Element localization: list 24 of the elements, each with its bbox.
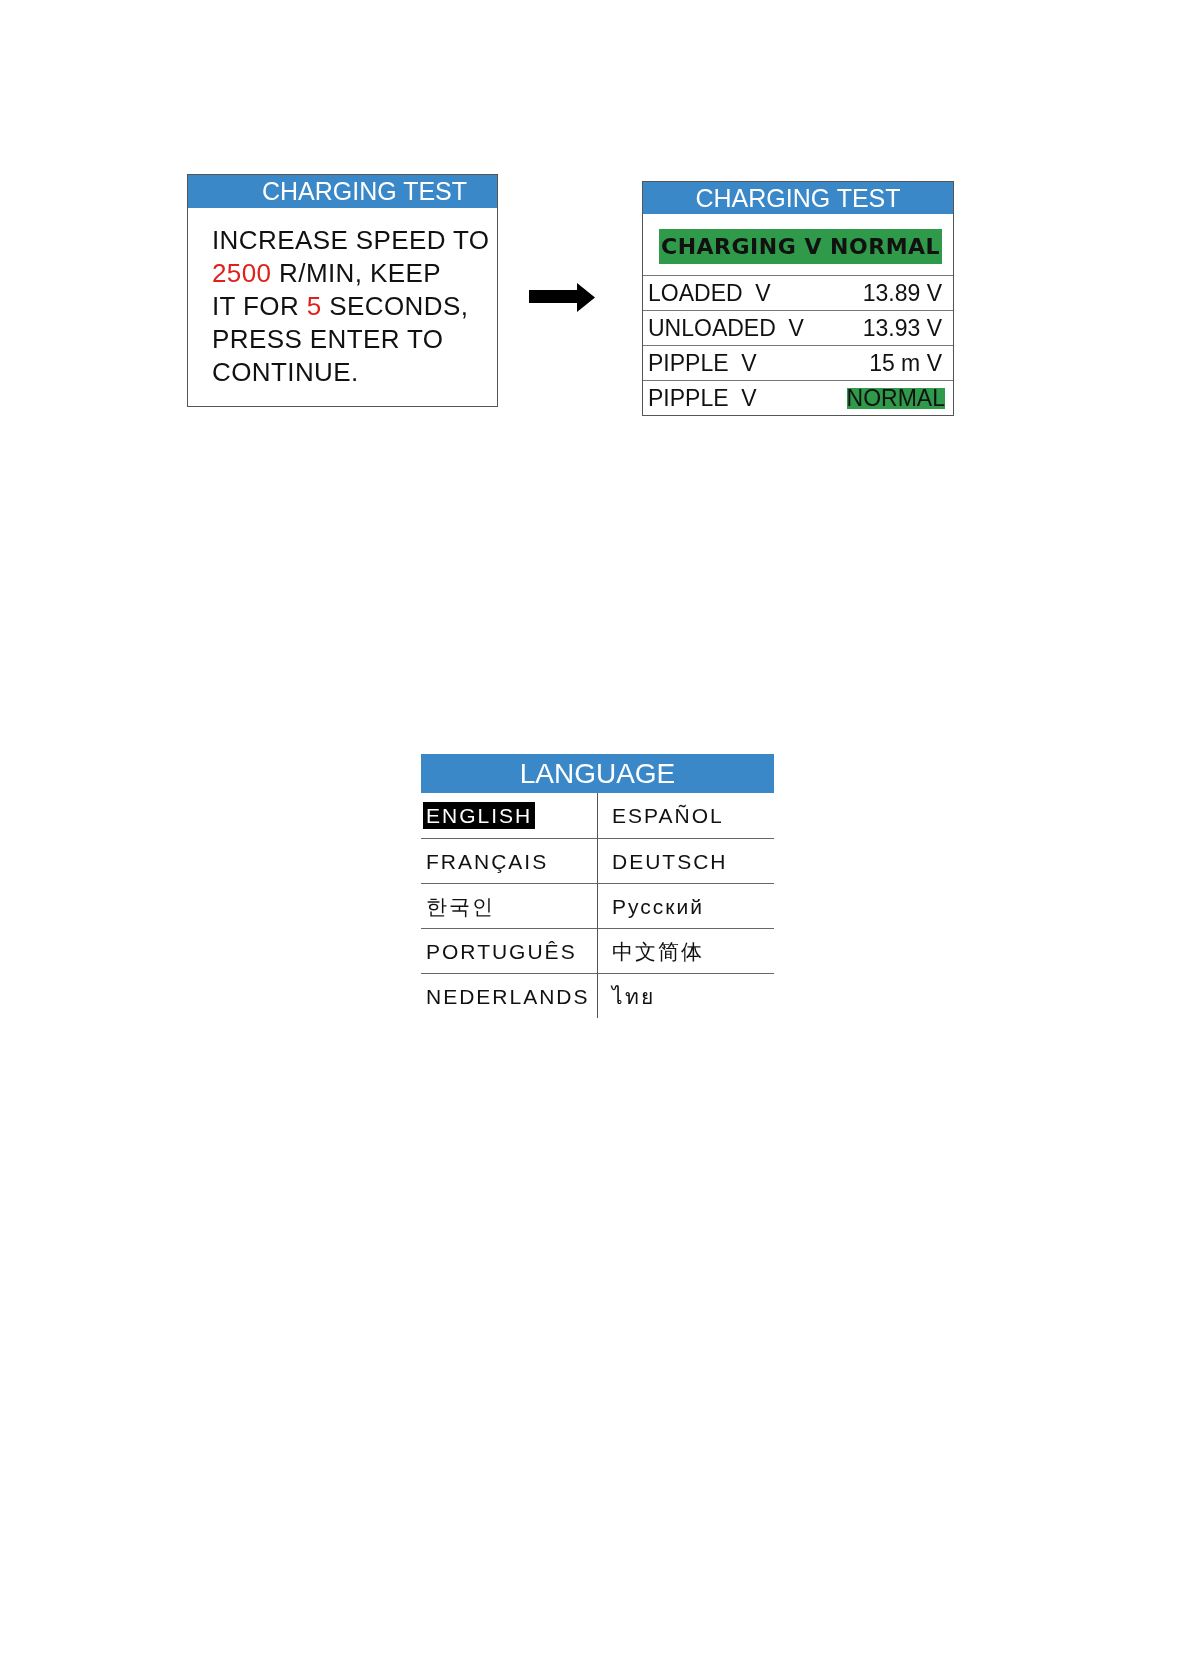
reading-label: PIPPLE V bbox=[648, 384, 757, 412]
language-option[interactable]: 한국인 bbox=[423, 892, 498, 920]
arrow-right-icon bbox=[529, 283, 595, 312]
title-bar: CHARGING TEST bbox=[643, 182, 953, 214]
reading-value: 15 m V bbox=[869, 349, 942, 377]
language-option[interactable]: ไทย bbox=[609, 982, 658, 1010]
language-option[interactable]: Русский bbox=[609, 892, 707, 920]
title-bar: CHARGING TEST bbox=[188, 175, 497, 208]
reading-value: 13.89 V bbox=[862, 279, 942, 307]
language-option[interactable]: DEUTSCH bbox=[609, 847, 731, 875]
instruction-text: INCREASE SPEED TO 2500 R/MIN, KEEP IT FOR 5 SECONDS, PRESS ENTER TO CONTINUE. bbox=[212, 224, 490, 389]
language-option[interactable]: PORTUGUÊS bbox=[423, 937, 580, 965]
language-option[interactable]: ENGLISH bbox=[423, 802, 536, 829]
language-option[interactable]: ESPAÑOL bbox=[609, 802, 727, 829]
language-option[interactable]: FRANÇAIS bbox=[423, 847, 552, 875]
language-option[interactable]: NEDERLANDS bbox=[423, 982, 593, 1010]
reading-label: PIPPLE V bbox=[648, 349, 757, 377]
language-option[interactable]: 中文简体 bbox=[609, 937, 707, 965]
title-bar: LANGUAGE bbox=[421, 754, 774, 793]
reading-value: 13.93 V bbox=[862, 314, 942, 342]
reading-label: UNLOADED V bbox=[648, 314, 804, 342]
status-banner: CHARGING V NORMAL bbox=[659, 229, 943, 264]
status-value: NORMAL bbox=[846, 387, 945, 409]
reading-label: LOADED V bbox=[648, 279, 771, 307]
